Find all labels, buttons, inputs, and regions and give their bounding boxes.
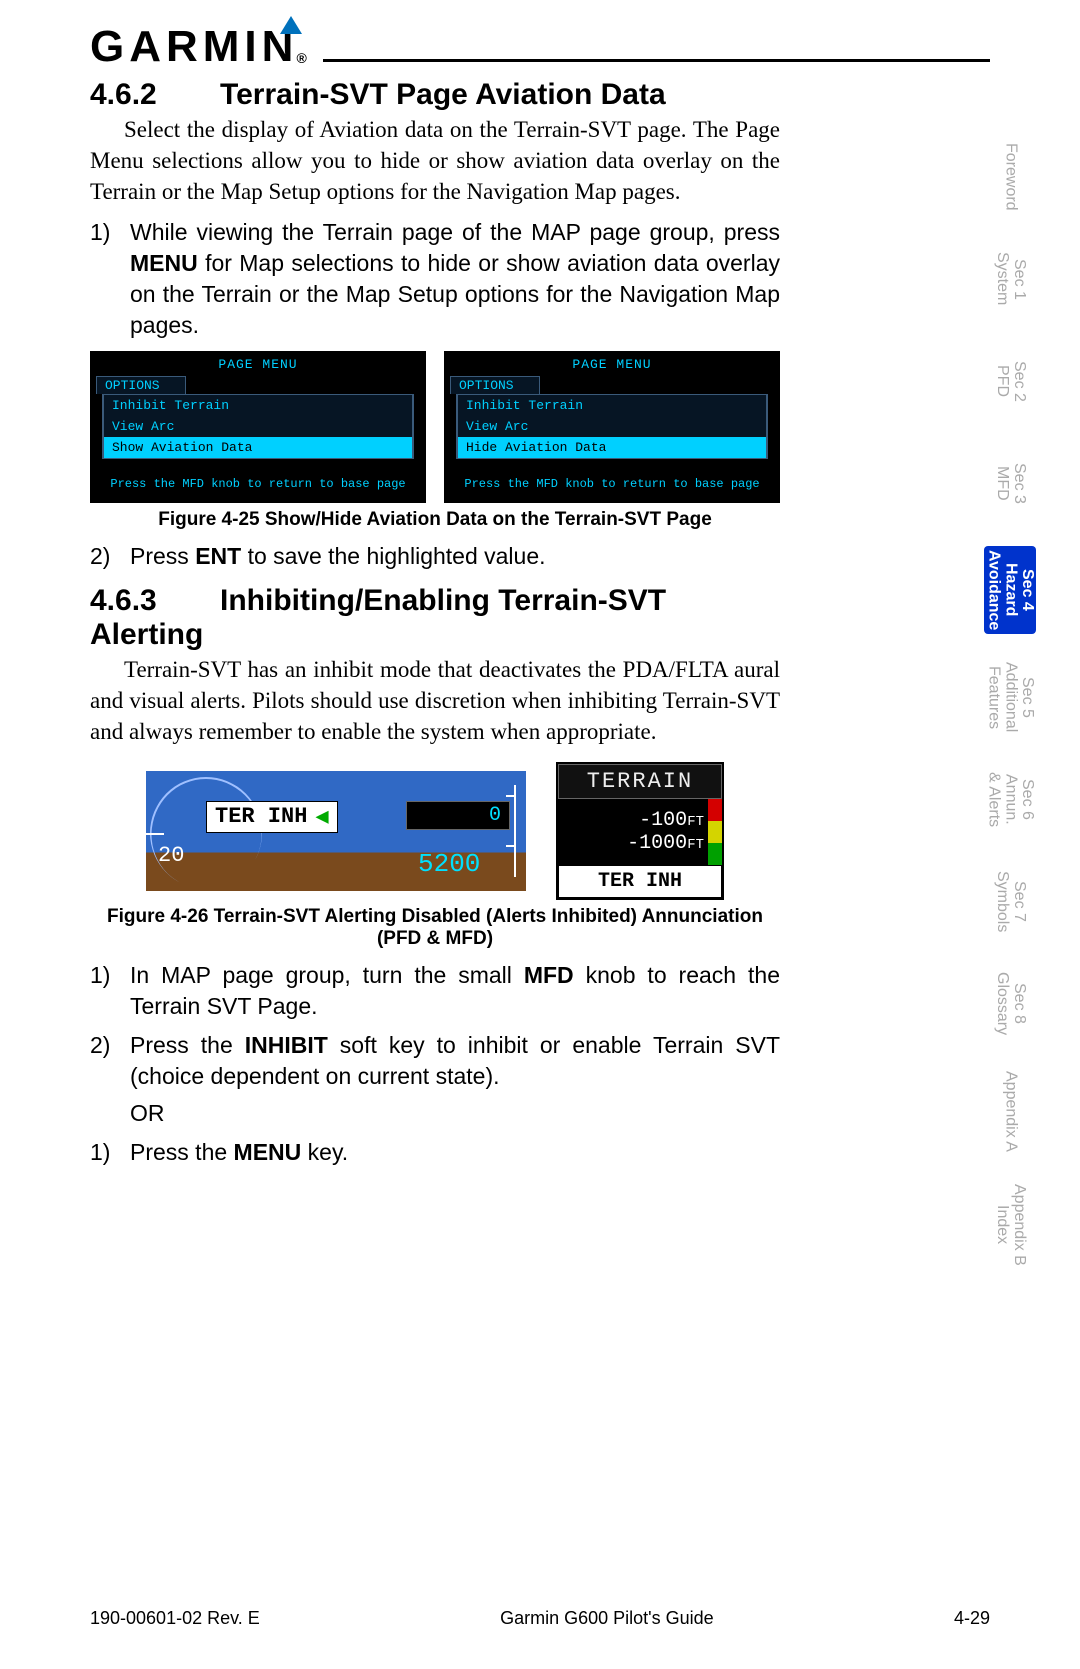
pitch-20: 20 [158,843,184,868]
menu-item[interactable]: View Arc [103,416,413,437]
step-text: key. [301,1139,348,1165]
scale-tick [146,833,164,835]
garmin-logo: GARMIN ® [90,22,311,72]
tab-foreword[interactable]: Foreword [984,138,1036,216]
legend-row: -1000FT [562,832,704,855]
figure-4-26: 20 TER INH ◀ 0 5200 TERRAIN -100FT -1000… [90,762,780,900]
tab-sec2[interactable]: Sec 2 PFD [984,342,1036,420]
alt-selected: 0 [406,801,510,830]
pfd-annunciation: 20 TER INH ◀ 0 5200 [146,771,526,891]
bar-red [708,799,722,821]
step-text: to save the highlighted value. [241,543,545,569]
step-or: OR [130,1098,780,1129]
heading-462-title: Terrain-SVT Page Aviation Data [220,78,666,111]
tab-sec8[interactable]: Sec 8 Glossary [984,965,1036,1043]
bar-yellow [708,821,722,843]
header-rule [323,59,990,62]
ent-key: ENT [195,543,241,569]
menu-key: MENU [234,1139,302,1165]
alt-indicated: 5200 [418,849,480,879]
tab-sec3[interactable]: Sec 3 MFD [984,444,1036,522]
page-menu-title: PAGE MENU [444,351,780,376]
tab-sec1[interactable]: Sec 1 System [984,240,1036,318]
step-text: While viewing the Terrain page of the MA… [130,219,780,245]
figure-4-25: PAGE MENU OPTIONS Inhibit Terrain View A… [90,351,780,503]
step-num: 1) [90,1137,130,1168]
step-463-1: 1) In MAP page group, turn the small MFD… [90,960,780,1022]
menu-item-highlighted[interactable]: Show Aviation Data [103,437,413,458]
step-462-2: 2) Press ENT to save the highlighted val… [90,541,780,572]
page-footer: 190-00601-02 Rev. E Garmin G600 Pilot's … [90,1608,990,1629]
ter-inh-text: TER INH [215,804,307,829]
step-num: 2) [90,1030,130,1129]
menu-item[interactable]: View Arc [457,416,767,437]
page-menu-title: PAGE MENU [90,351,426,376]
page-header: GARMIN ® [90,22,990,72]
step-text: Press [130,543,195,569]
footer-pageno: 4-29 [954,1608,990,1629]
registered-mark: ® [296,50,306,66]
step-num: 1) [90,217,130,341]
step-text: In MAP page group, turn the small [130,962,524,988]
step-462-1: 1) While viewing the Terrain page of the… [90,217,780,341]
tab-appendix-b[interactable]: Appendix B Index [984,1180,1036,1270]
step-num: 2) [90,541,130,572]
chevron-icon: ◀ [315,804,328,830]
footer-docid: 190-00601-02 Rev. E [90,1608,260,1629]
ter-inh-annunciation: TER INH ◀ [206,801,338,833]
alt-scale [514,785,516,877]
options-tab: OPTIONS [96,376,186,394]
mfd-knob: MFD [524,962,574,988]
figure-4-25-caption: Figure 4-25 Show/Hide Aviation Data on t… [90,509,780,531]
step-463-2: 2) Press the INHIBIT soft key to inhibit… [90,1030,780,1129]
bar-green [708,843,722,865]
tab-sec4-active[interactable]: Sec 4 Hazard Avoidance [984,546,1036,634]
mfd-terrain-legend: TERRAIN -100FT -1000FT TER INH [556,762,724,900]
brand-text: GARMIN [90,22,298,72]
options-tab: OPTIONS [450,376,540,394]
color-bar [708,799,722,865]
page-menu-left: PAGE MENU OPTIONS Inhibit Terrain View A… [90,351,426,503]
figure-4-26-caption: Figure 4-26 Terrain-SVT Alerting Disable… [90,906,780,950]
page-menu-right: PAGE MENU OPTIONS Inhibit Terrain View A… [444,351,780,503]
page-menu-hint: Press the MFD knob to return to base pag… [90,459,426,495]
heading-462-num: 4.6.2 [90,78,220,112]
footer-title: Garmin G600 Pilot's Guide [500,1608,714,1629]
step-463-3: 1) Press the MENU key. [90,1137,780,1168]
para-463-intro: Terrain-SVT has an inhibit mode that dea… [90,654,780,747]
step-text: Press the [130,1139,234,1165]
menu-item-highlighted[interactable]: Hide Aviation Data [457,437,767,458]
page-menu-hint: Press the MFD knob to return to base pag… [444,459,780,495]
menu-item[interactable]: Inhibit Terrain [103,395,413,416]
heading-462: 4.6.2Terrain-SVT Page Aviation Data [90,78,780,112]
section-tabs: Foreword Sec 1 System Sec 2 PFD Sec 3 MF… [984,138,1036,1269]
legend-row: -100FT [562,809,704,832]
tab-sec7[interactable]: Sec 7 Symbols [984,863,1036,941]
ter-inh-label: TER INH [558,865,722,898]
terrain-title: TERRAIN [558,764,722,799]
tab-sec5[interactable]: Sec 5 Additional Features [984,658,1036,736]
garmin-delta-icon [280,16,302,34]
para-462-intro: Select the display of Aviation data on t… [90,114,780,207]
step-num: 1) [90,960,130,1022]
inhibit-softkey: INHIBIT [245,1032,328,1058]
heading-463-num: 4.6.3 [90,584,220,618]
step-text: for Map selections to hide or show aviat… [130,250,780,338]
tab-appendix-a[interactable]: Appendix A [984,1067,1036,1156]
tab-sec6[interactable]: Sec 6 Annun. & Alerts [984,761,1036,839]
menu-key: MENU [130,250,198,276]
heading-463: 4.6.3Inhibiting/Enabling Terrain-SVT Ale… [90,584,780,652]
menu-item[interactable]: Inhibit Terrain [457,395,767,416]
step-text: Press the [130,1032,245,1058]
